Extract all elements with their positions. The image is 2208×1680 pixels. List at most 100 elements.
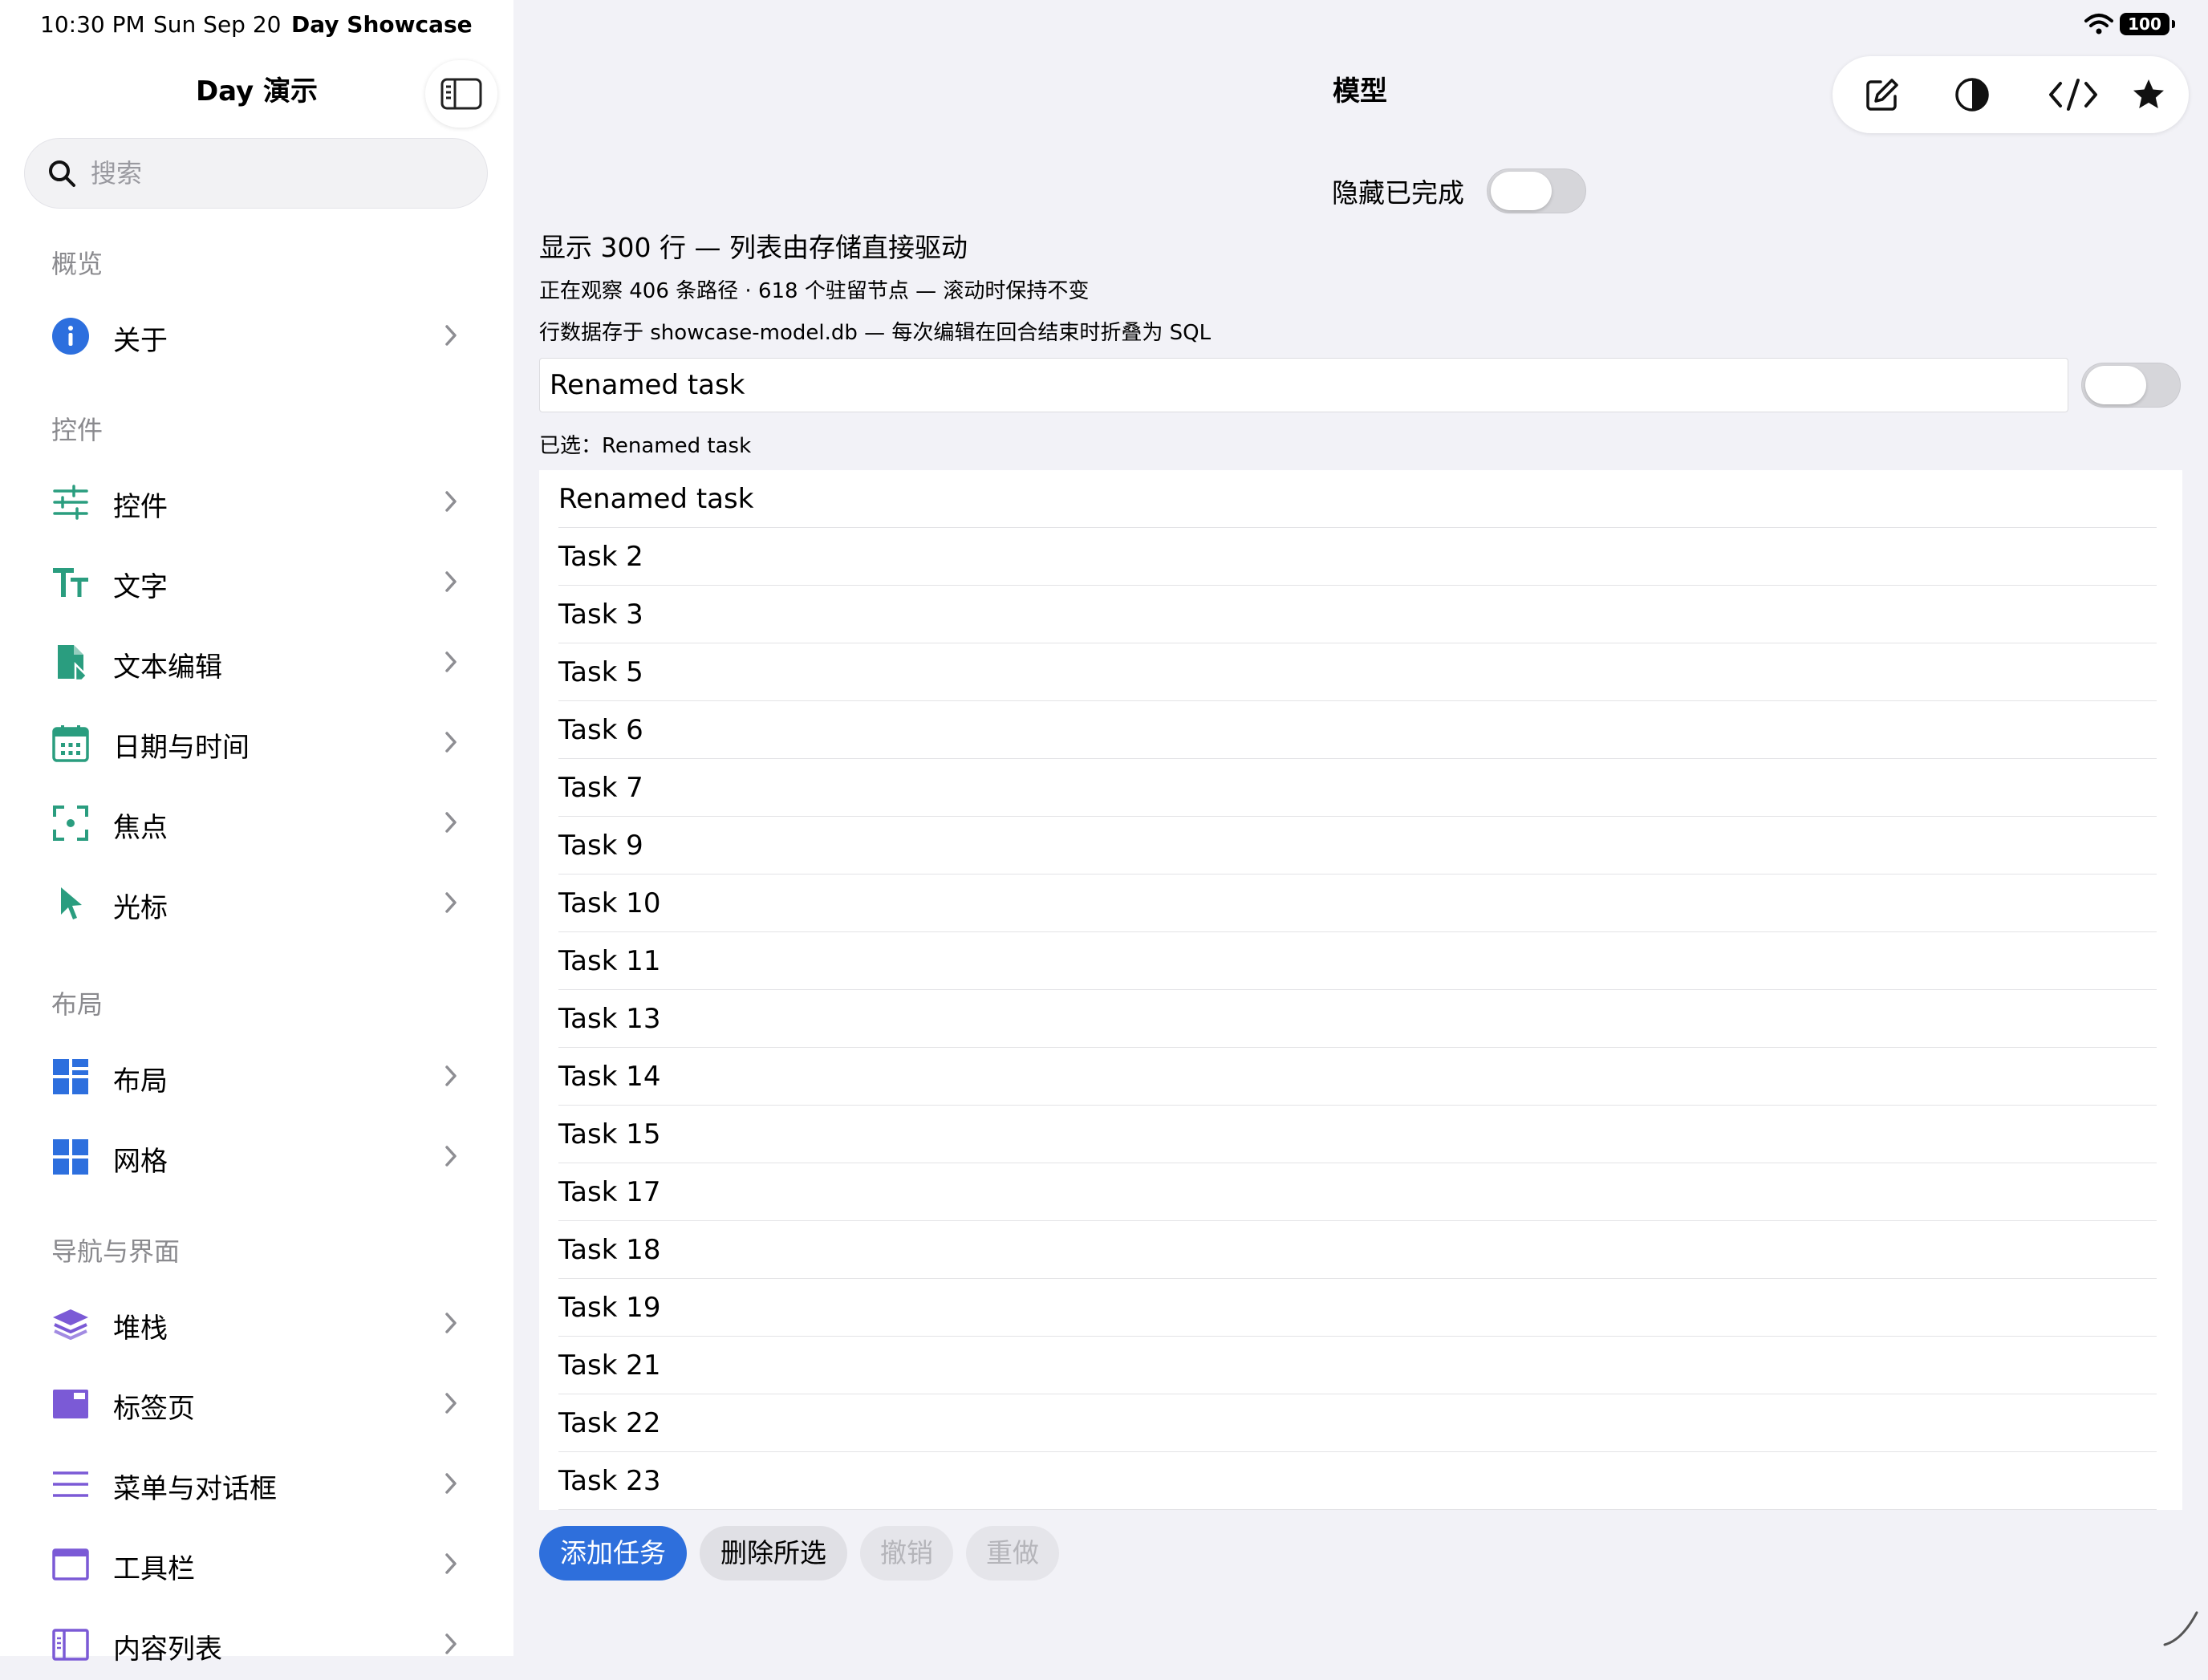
- task-title: Task 13: [558, 1003, 661, 1035]
- task-row[interactable]: Task 23: [539, 1452, 2182, 1510]
- compose-icon: [1866, 79, 1898, 111]
- hide-completed-switch[interactable]: [1487, 168, 1586, 213]
- sidebar-item[interactable]: 布局: [0, 1040, 513, 1112]
- task-row[interactable]: Task 21: [539, 1337, 2182, 1394]
- sliders-icon: [51, 483, 90, 521]
- contrast-icon: [1955, 78, 1989, 112]
- chevron-right-icon: [444, 489, 458, 513]
- sidebar-item[interactable]: 工具栏: [0, 1528, 513, 1600]
- contrast-button[interactable]: [1953, 75, 1991, 114]
- chevron-right-icon: [444, 1064, 458, 1088]
- star-icon: [2133, 79, 2164, 108]
- task-row[interactable]: Task 22: [539, 1394, 2182, 1452]
- task-row[interactable]: Task 3: [539, 586, 2182, 643]
- code-button[interactable]: [2048, 75, 2099, 114]
- sidebar-item[interactable]: 网格: [0, 1120, 513, 1192]
- sidebar-item[interactable]: 控件: [0, 465, 513, 538]
- task-row[interactable]: Task 18: [539, 1221, 2182, 1279]
- task-title: Task 9: [558, 830, 643, 862]
- section-header: 控件: [51, 415, 104, 445]
- sidebar-item[interactable]: 焦点: [0, 786, 513, 858]
- sidebar-item-label: 堆栈: [113, 1313, 168, 1345]
- redo-button[interactable]: 重做: [966, 1526, 1059, 1581]
- chevron-right-icon: [444, 1144, 458, 1168]
- sidebar-item-label: 标签页: [113, 1393, 195, 1425]
- chevron-right-icon: [444, 730, 458, 754]
- search-icon: [49, 160, 75, 187]
- task-done-switch[interactable]: [2081, 363, 2181, 408]
- code-icon: [2049, 79, 2097, 111]
- task-title: Task 19: [558, 1292, 661, 1324]
- sidebar-item-label: 文字: [113, 571, 168, 603]
- sidebar-item-label: 光标: [113, 892, 168, 924]
- favorite-button[interactable]: [2129, 75, 2168, 114]
- status-app-name: Day Showcase: [291, 11, 473, 38]
- sidebar-item-label: 文本编辑: [113, 651, 222, 684]
- task-title: Task 2: [558, 541, 643, 573]
- observation-info: 正在观察 406 条路径 · 618 个驻留节点 — 滚动时保持不变: [539, 279, 1090, 303]
- task-title: Renamed task: [558, 483, 754, 515]
- sidebar-item[interactable]: 文字: [0, 546, 513, 618]
- menu-icon: [51, 1465, 90, 1503]
- cursor-icon: [51, 884, 90, 923]
- tabs-icon: [51, 1385, 90, 1423]
- sidebar-item[interactable]: 文本编辑: [0, 626, 513, 698]
- task-row[interactable]: Task 2: [539, 528, 2182, 586]
- status-time: 10:30 PM: [40, 11, 145, 38]
- search-input[interactable]: [89, 157, 445, 189]
- switch-knob: [2085, 366, 2146, 404]
- sidebar-toggle-button[interactable]: [425, 60, 497, 128]
- task-row[interactable]: Task 9: [539, 817, 2182, 874]
- sidebar-item-label: 菜单与对话框: [113, 1473, 277, 1505]
- row-divider: [558, 1509, 2157, 1510]
- task-row[interactable]: Task 13: [539, 990, 2182, 1048]
- task-row[interactable]: Task 11: [539, 932, 2182, 990]
- task-title: Task 21: [558, 1349, 661, 1382]
- chevron-right-icon: [444, 650, 458, 674]
- sidebar-item[interactable]: 菜单与对话框: [0, 1447, 513, 1520]
- task-row[interactable]: Task 14: [539, 1048, 2182, 1106]
- compose-button[interactable]: [1863, 75, 1902, 114]
- undo-button[interactable]: 撤销: [860, 1526, 953, 1581]
- delete-selected-button[interactable]: 删除所选: [700, 1526, 847, 1581]
- chevron-right-icon: [444, 1311, 458, 1335]
- toolbar: [1833, 56, 2189, 133]
- section-header: 布局: [51, 989, 104, 1020]
- task-title: Task 11: [558, 945, 661, 977]
- sidebar-item[interactable]: 内容列表: [0, 1608, 513, 1680]
- wifi-icon: [2084, 14, 2113, 34]
- sidebar: Day 演示 概览关于控件控件文字文本编辑日期与时间焦点光标布局布局网格导航与界…: [0, 0, 513, 1666]
- task-title: Task 14: [558, 1061, 661, 1093]
- task-list[interactable]: Renamed task Task 2 Task 3 Task 5 Task 6 Task…: [539, 470, 2182, 1510]
- status-date: Sun Sep 20: [153, 11, 282, 38]
- task-row[interactable]: Task 15: [539, 1106, 2182, 1163]
- search-field[interactable]: [24, 138, 488, 209]
- task-title: Task 15: [558, 1118, 661, 1150]
- chevron-right-icon: [444, 891, 458, 915]
- task-row[interactable]: Task 7: [539, 759, 2182, 817]
- grid-icon: [51, 1138, 90, 1176]
- sidebar-item-label: 网格: [113, 1146, 168, 1178]
- scroll-indicator-icon: [2163, 1611, 2198, 1646]
- chevron-right-icon: [444, 810, 458, 834]
- task-row[interactable]: Task 10: [539, 874, 2182, 932]
- task-row[interactable]: Task 19: [539, 1279, 2182, 1337]
- sidebar-item[interactable]: 日期与时间: [0, 706, 513, 778]
- task-row[interactable]: Task 5: [539, 643, 2182, 701]
- task-row[interactable]: Renamed task: [539, 470, 2182, 528]
- sidebar-item[interactable]: 光标: [0, 866, 513, 939]
- task-title: Task 23: [558, 1465, 661, 1497]
- task-title: Task 10: [558, 887, 661, 919]
- sidebar-item-label: 布局: [113, 1065, 168, 1098]
- sidebar-item[interactable]: 关于: [0, 299, 513, 371]
- sidebar-item[interactable]: 堆栈: [0, 1287, 513, 1359]
- task-title: Task 17: [558, 1176, 661, 1208]
- sidebar-item[interactable]: 标签页: [0, 1367, 513, 1439]
- task-row[interactable]: Task 17: [539, 1163, 2182, 1221]
- task-name-field[interactable]: [539, 358, 2068, 412]
- sidebar-item-label: 控件: [113, 491, 168, 523]
- calendar-icon: [51, 724, 90, 762]
- add-task-button[interactable]: 添加任务: [539, 1526, 687, 1581]
- task-row[interactable]: Task 6: [539, 701, 2182, 759]
- status-bar: 10:30 PM Sun Sep 20 Day Showcase 100: [0, 0, 2208, 51]
